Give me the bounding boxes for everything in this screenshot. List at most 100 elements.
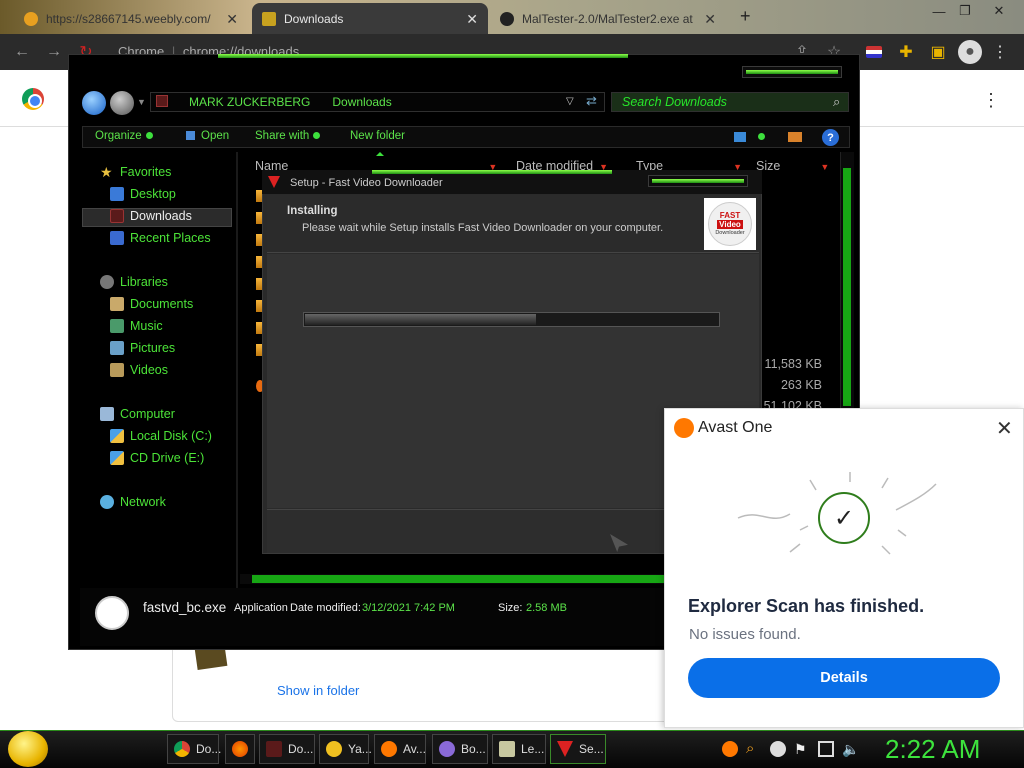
taskbar-item-setup[interactable]: Se...: [550, 734, 606, 764]
tab-weebly[interactable]: https://s28667145.weebly.com/ ✕: [14, 3, 248, 34]
close-tab-icon[interactable]: ✕: [704, 11, 716, 28]
preview-pane-icon[interactable]: [788, 132, 802, 142]
avast-tray-icon[interactable]: [722, 741, 738, 757]
address-bar[interactable]: MARK ZUCKERBERG Downloads: [150, 92, 605, 112]
folder-icon: [156, 95, 168, 107]
cd-drive-icon: [110, 451, 124, 465]
setup-message: Please wait while Setup installs Fast Vi…: [302, 222, 664, 234]
nav-favorites[interactable]: ★ Favorites: [100, 165, 171, 179]
taskbar-item-firefox[interactable]: [225, 734, 255, 764]
help-icon[interactable]: ?: [822, 129, 839, 146]
nav-recent-places[interactable]: Recent Places: [110, 231, 211, 245]
details-size-label: Size:: [498, 602, 523, 614]
taskbar-item-explorer[interactable]: Do...: [259, 734, 315, 764]
setup-window-controls[interactable]: [648, 175, 748, 187]
breadcrumb-user[interactable]: MARK ZUCKERBERG: [189, 95, 310, 109]
flag-tray-icon[interactable]: ⚑: [794, 741, 810, 757]
nav-cd-drive[interactable]: CD Drive (E:): [110, 451, 204, 465]
scroll-thumb[interactable]: [843, 168, 851, 406]
explorer-back-button[interactable]: [82, 91, 106, 115]
nav-network[interactable]: Network: [100, 495, 166, 509]
chrome-logo-icon: [22, 88, 44, 110]
taskbar-item-yahoo[interactable]: Ya...: [319, 734, 372, 764]
taskbar-clock[interactable]: 2:22 AM: [885, 734, 980, 765]
sidebar-icon[interactable]: ▣: [928, 42, 948, 62]
address-dropdown-icon[interactable]: ▽: [566, 96, 574, 107]
nav-desktop[interactable]: Desktop: [110, 187, 176, 201]
taskbar-item-chrome[interactable]: Do...: [167, 734, 221, 764]
menu-icon[interactable]: ⋮: [990, 42, 1010, 62]
pictures-icon: [110, 341, 124, 355]
nav-downloads[interactable]: Downloads: [110, 209, 192, 223]
profile-icon[interactable]: ●: [958, 40, 982, 64]
extensions-icon[interactable]: ✚: [896, 42, 916, 62]
close-tab-icon[interactable]: ✕: [466, 11, 478, 28]
nav-libraries[interactable]: Libraries: [100, 275, 168, 289]
search-tray-icon[interactable]: ⌕: [746, 741, 762, 757]
column-size[interactable]: Size ▼: [756, 159, 829, 173]
taskbar-item-notepad[interactable]: Le...: [492, 734, 546, 764]
explorer-forward-button[interactable]: [110, 91, 134, 115]
close-window-button[interactable]: ✕: [984, 0, 1014, 22]
tab-github[interactable]: MalTester-2.0/MalTester2.exe at ✕: [490, 3, 726, 34]
show-in-folder-link[interactable]: Show in folder: [277, 683, 359, 698]
avast-logo-icon: [674, 418, 694, 438]
new-folder-button[interactable]: New folder: [350, 130, 405, 142]
more-options-icon[interactable]: ⋮: [982, 90, 1000, 111]
logo-text: Downloader: [715, 229, 745, 236]
volume-icon[interactable]: 🔈: [842, 741, 859, 757]
setup-icon: [557, 741, 573, 757]
close-tab-icon[interactable]: ✕: [226, 11, 238, 28]
tray-status-icon[interactable]: [770, 741, 786, 757]
new-tab-button[interactable]: +: [740, 6, 751, 27]
share-with-button[interactable]: Share with: [255, 130, 321, 142]
dropdown-dot-icon: [313, 132, 321, 140]
sort-arrow-icon[interactable]: ▼: [820, 162, 829, 172]
setup-glow: [372, 170, 612, 174]
view-dropdown-icon[interactable]: [758, 133, 765, 140]
details-button[interactable]: Details: [688, 658, 1000, 698]
open-button[interactable]: Open: [186, 130, 229, 142]
setup-title: Setup - Fast Video Downloader: [290, 177, 443, 189]
flag-icon[interactable]: [864, 42, 884, 62]
close-icon[interactable]: ✕: [996, 416, 1013, 441]
tab-title: https://s28667145.weebly.com/: [46, 11, 211, 26]
logo-text: FAST: [719, 210, 741, 220]
refresh-icon[interactable]: ⇄: [586, 93, 597, 109]
taskbar-item-avast[interactable]: Av...: [374, 734, 426, 764]
nav-pictures[interactable]: Pictures: [110, 341, 175, 355]
breadcrumb-downloads[interactable]: Downloads: [332, 95, 391, 109]
tab-downloads[interactable]: Downloads ✕: [252, 3, 488, 34]
nav-label: Network: [120, 495, 166, 509]
pane-divider[interactable]: [236, 152, 238, 588]
back-icon[interactable]: ←: [12, 42, 32, 62]
details-date-label: Date modified:: [290, 602, 361, 614]
network-icon: [100, 495, 114, 509]
nav-local-disk[interactable]: Local Disk (C:): [110, 429, 212, 443]
github-icon: [500, 11, 514, 26]
network-tray-icon[interactable]: [818, 741, 834, 757]
open-icon: [186, 131, 195, 141]
nav-computer[interactable]: Computer: [100, 407, 175, 421]
firefox-icon: [232, 741, 248, 757]
forward-icon[interactable]: →: [44, 42, 64, 62]
nav-label: Computer: [120, 407, 175, 421]
task-label: Av...: [403, 742, 426, 756]
yahoo-icon: [326, 741, 342, 757]
restore-button[interactable]: ❐: [950, 0, 980, 22]
view-icon[interactable]: [734, 132, 746, 142]
nav-videos[interactable]: Videos: [110, 363, 168, 377]
star-icon: ★: [100, 164, 113, 180]
organize-button[interactable]: Organize: [95, 130, 153, 142]
details-type: Application: [234, 602, 288, 614]
task-label: Do...: [288, 742, 314, 756]
start-button[interactable]: [8, 731, 48, 767]
nav-music[interactable]: Music: [110, 319, 163, 333]
nav-documents[interactable]: Documents: [110, 297, 193, 311]
history-dropdown-icon[interactable]: ▼: [137, 97, 146, 107]
search-icon[interactable]: ⌕: [833, 94, 840, 110]
documents-icon: [110, 297, 124, 311]
search-input[interactable]: Search Downloads: [611, 92, 849, 112]
window-controls[interactable]: [742, 66, 842, 78]
taskbar-item-bot[interactable]: Bo...: [432, 734, 488, 764]
